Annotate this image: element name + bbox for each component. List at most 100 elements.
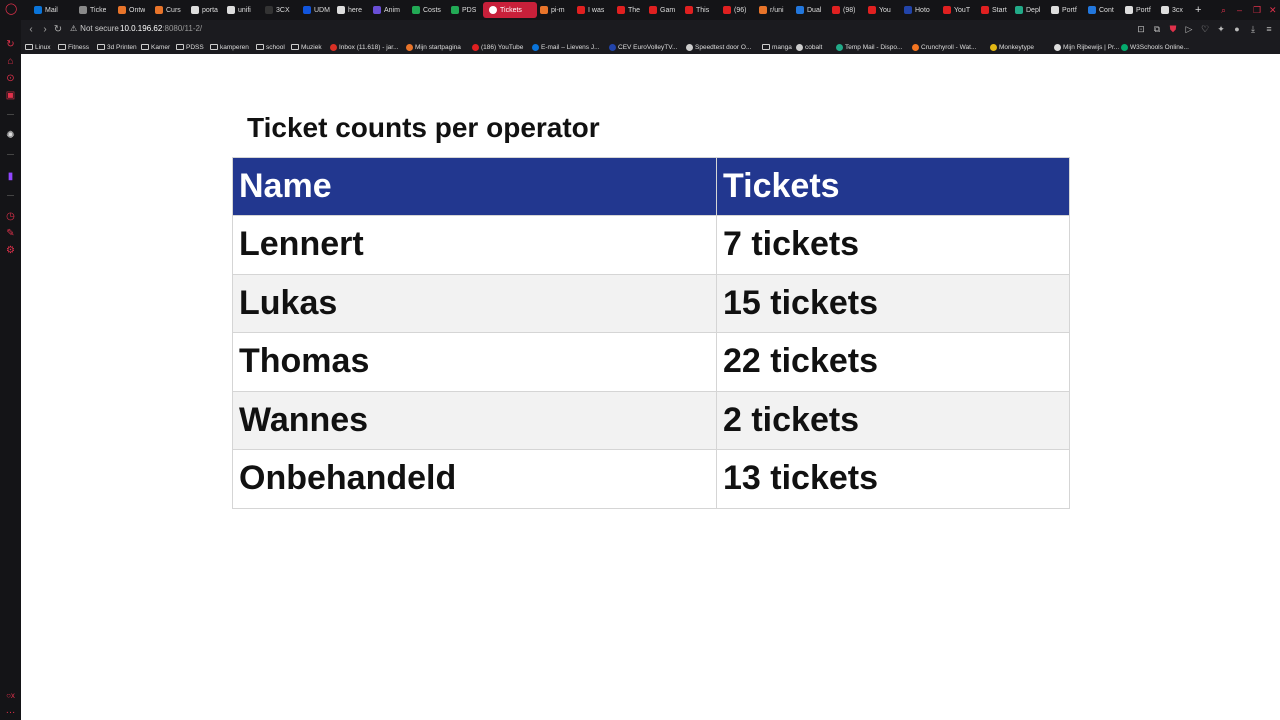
speed-dial-icon[interactable]: ↻ — [5, 39, 16, 50]
tab[interactable]: Ticke — [79, 2, 106, 18]
tab[interactable]: The — [617, 2, 640, 18]
bookmark-item[interactable]: W3Schools Online... — [1121, 41, 1189, 53]
tab-label: pi-m — [551, 6, 565, 14]
bookmarks-icon[interactable]: ⌂ — [5, 56, 16, 67]
tab[interactable]: here — [337, 2, 362, 18]
sidebar-more-icon[interactable]: ○x — [5, 690, 16, 701]
tab[interactable]: Start — [981, 2, 1007, 18]
security-label: Not secure — [80, 24, 119, 33]
tab[interactable]: 3cx — [1161, 2, 1183, 18]
bookmark-item[interactable]: Fitness — [58, 41, 89, 53]
operator-name: Onbehandeld — [232, 449, 717, 509]
tab[interactable]: You — [868, 2, 891, 18]
tab[interactable]: Cont — [1088, 2, 1114, 18]
bookmark-label: Mijn Rijbewijs | Pr... — [1063, 43, 1120, 51]
bookmark-label: manga — [772, 43, 792, 51]
tab[interactable]: Portf — [1051, 2, 1077, 18]
tab[interactable]: (96) — [723, 2, 746, 18]
bookmark-item[interactable]: Muziek — [291, 41, 322, 53]
tab[interactable]: Depl — [1015, 2, 1040, 18]
bookmark-item[interactable]: Crunchyroll - Wat... — [912, 41, 976, 53]
bookmark-item[interactable]: (186) YouTube — [472, 41, 523, 53]
download-icon[interactable]: ⤓ — [1248, 24, 1258, 34]
bookmark-item[interactable]: Kamer — [141, 41, 170, 53]
tab[interactable]: UDM — [303, 2, 330, 18]
bookmark-item[interactable]: Mijn startpagina — [406, 41, 461, 53]
profile-avatar-icon[interactable]: ● — [1232, 24, 1242, 34]
tab[interactable]: Ontw — [118, 2, 145, 18]
instagram-icon[interactable]: ▣ — [5, 90, 16, 101]
tab[interactable]: YouT — [943, 2, 970, 18]
tab[interactable]: unifi — [227, 2, 251, 18]
restore-icon[interactable]: ❐ — [1253, 2, 1261, 18]
security-indicator[interactable]: ⚠ Not secure — [70, 24, 119, 33]
tab[interactable]: pi-m — [540, 2, 565, 18]
tab[interactable]: Costs — [412, 2, 441, 18]
tab[interactable]: Anim — [373, 2, 400, 18]
bookmark-item[interactable]: kamperen — [210, 41, 249, 53]
tab[interactable]: I was — [577, 2, 604, 18]
heart-icon[interactable]: ♡ — [1200, 24, 1210, 34]
bookmark-item[interactable]: school — [256, 41, 285, 53]
tab[interactable]: porta — [191, 2, 218, 18]
tab[interactable]: Hoto — [904, 2, 930, 18]
opera-logo-icon[interactable]: ◯ — [5, 4, 17, 15]
tab-label: Portf — [1136, 6, 1151, 14]
bookmark-item[interactable]: PDSS — [176, 41, 204, 53]
url-field[interactable]: 10.0.196.62:8080/11-2/ — [120, 24, 202, 33]
bookmark-page-icon[interactable]: ⊡ — [1136, 24, 1146, 34]
bookmark-label: Fitness — [68, 43, 89, 51]
bookmark-item[interactable]: CEV EuroVolleyTV... — [609, 41, 677, 53]
tab-label: Cont — [1099, 6, 1114, 14]
tab-favicon-icon — [79, 6, 87, 14]
bookmark-item[interactable]: E-mail – Lievens J... — [532, 41, 600, 53]
tab[interactable]: r/uni — [759, 2, 784, 18]
twitch-icon[interactable]: ▮ — [5, 171, 16, 182]
bookmark-item[interactable]: manga — [762, 41, 792, 53]
bookmark-item[interactable]: Speedtest door O... — [686, 41, 751, 53]
back-icon[interactable]: ‹ — [25, 24, 37, 36]
menu-icon[interactable]: ≡ — [1264, 24, 1274, 34]
tab[interactable]: (98) — [832, 2, 855, 18]
forward-icon[interactable]: › — [39, 24, 51, 36]
tab[interactable]: Mail — [34, 2, 58, 18]
tab-favicon-icon — [489, 6, 497, 14]
bookmark-item[interactable]: Temp Mail - Dispo... — [836, 41, 902, 53]
tab[interactable]: PDS — [451, 2, 476, 18]
operator-name: Lennert — [232, 215, 717, 275]
search-tabs-icon[interactable]: ⌕ — [1221, 2, 1226, 18]
bookmark-item[interactable]: 3d Printen — [97, 41, 137, 53]
tab[interactable]: Curs — [155, 2, 181, 18]
reload-icon[interactable]: ↻ — [52, 24, 64, 36]
tab-label: PDS — [462, 6, 477, 14]
tab[interactable]: Gam — [649, 2, 675, 18]
extensions-icon[interactable]: ✎ — [5, 228, 16, 239]
close-window-icon[interactable]: ✕ — [1269, 2, 1277, 18]
messenger-icon[interactable]: ⊙ — [5, 73, 16, 84]
player-icon[interactable]: ▷ — [1184, 24, 1194, 34]
history-icon[interactable]: ◷ — [5, 211, 16, 222]
bookmark-item[interactable]: cobalt — [796, 41, 822, 53]
tab-favicon-icon — [577, 6, 585, 14]
extensions-puzzle-icon[interactable]: ✦ — [1216, 24, 1226, 34]
bookmark-item[interactable]: Inbox (11.618) - jar... — [330, 41, 399, 53]
tab-favicon-icon — [685, 6, 693, 14]
chatgpt-icon[interactable]: ✺ — [5, 130, 16, 141]
settings-icon[interactable]: ⚙ — [5, 245, 16, 256]
sidebar-divider — [7, 154, 14, 155]
tab-favicon-icon — [373, 6, 381, 14]
bookmark-item[interactable]: Linux — [25, 41, 51, 53]
tab[interactable]: 3CX — [265, 2, 290, 18]
tab-active[interactable]: Tickets — [483, 2, 537, 18]
tab[interactable]: This — [685, 2, 709, 18]
tab[interactable]: Dual — [796, 2, 821, 18]
minimize-icon[interactable]: – — [1237, 2, 1242, 18]
bookmark-item[interactable]: Monkeytype — [990, 41, 1034, 53]
ellipsis-icon[interactable]: … — [5, 705, 16, 716]
tab[interactable]: Portf — [1125, 2, 1151, 18]
new-tab-button[interactable]: + — [1195, 2, 1201, 18]
bookmark-label: (186) YouTube — [481, 43, 524, 51]
bookmark-item[interactable]: Mijn Rijbewijs | Pr... — [1054, 41, 1119, 53]
snapshot-icon[interactable]: ⧉ — [1152, 24, 1162, 34]
vpn-shield-icon[interactable]: ⛊ — [1168, 24, 1178, 34]
